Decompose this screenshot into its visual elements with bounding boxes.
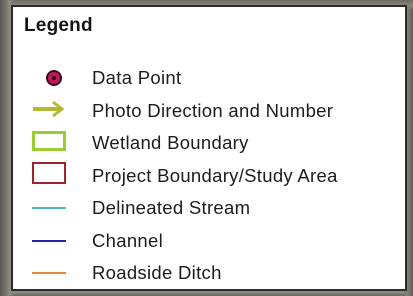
legend-item-label: Project Boundary/Study Area xyxy=(92,165,338,186)
legend-item-label: Channel xyxy=(92,230,164,251)
map-legend: Legend Data Point Photo Direction and Nu… xyxy=(11,5,407,291)
legend-item-label: Roadside Ditch xyxy=(92,262,222,283)
legend-item-project-boundary: Project Boundary/Study Area xyxy=(13,161,405,191)
legend-item-label: Photo Direction and Number xyxy=(92,100,334,121)
data-point-icon xyxy=(46,70,62,86)
legend-item-photo-direction: Photo Direction and Number xyxy=(13,96,405,126)
legend-title: Legend xyxy=(24,15,93,36)
channel-line-icon xyxy=(32,240,66,242)
roadside-ditch-line-icon xyxy=(32,272,66,274)
photo-direction-arrow-icon xyxy=(33,100,65,118)
legend-item-roadside-ditch: Roadside Ditch xyxy=(13,258,405,288)
delineated-stream-line-icon xyxy=(32,207,66,209)
legend-item-label: Wetland Boundary xyxy=(92,132,249,153)
legend-item-label: Data Point xyxy=(92,67,182,88)
legend-item-delineated-stream: Delineated Stream xyxy=(13,193,405,223)
legend-item-channel: Channel xyxy=(13,226,405,256)
legend-item-wetland-boundary: Wetland Boundary xyxy=(13,128,405,158)
wetland-boundary-icon xyxy=(32,131,66,151)
legend-item-label: Delineated Stream xyxy=(92,197,251,218)
project-boundary-icon xyxy=(32,162,66,184)
legend-item-data-point: Data Point xyxy=(13,63,405,93)
